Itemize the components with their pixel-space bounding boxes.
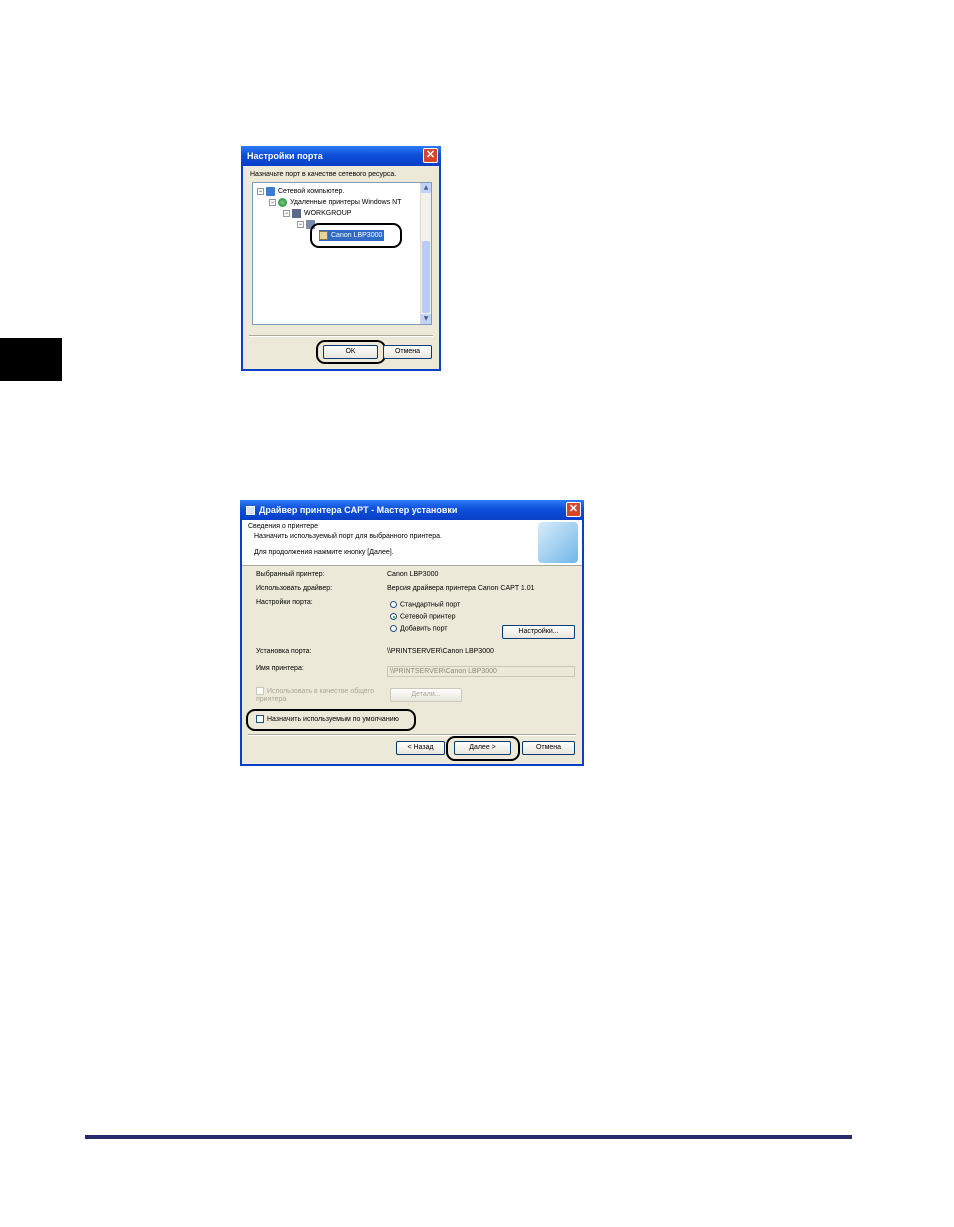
printer-name-field[interactable]: \\PRINTSERVER\Canon LBP3000 [387,666,575,677]
highlight-ring-printer [310,223,402,248]
footer-rule [85,1135,852,1139]
wizard-header: Сведения о принтере Назначить используем… [242,520,582,566]
checkbox-icon[interactable] [256,687,264,695]
header-hint: Для продолжения нажмите кнопку [Далее]. [254,549,394,556]
port-settings-instruction: Назначьте порт в качестве сетевого ресур… [250,171,397,178]
share-checkbox[interactable]: Использовать в качестве общего принтера [256,687,376,704]
workgroup-icon [292,208,301,218]
collapse-icon[interactable]: − [257,187,264,195]
driver-label: Использовать драйвер: [256,585,333,592]
port-settings-label: Настройки порта: [256,599,313,606]
back-button[interactable]: < Назад [396,741,445,755]
selected-printer-value: Canon LBP3000 [387,571,439,578]
install-wizard-dialog: Драйвер принтера CAPT - Мастер установки… [240,500,584,766]
port-settings-dialog: Настройки порта ✕ Назначьте порт в качес… [241,146,441,371]
radio-network-printer[interactable]: Сетевой принтер [390,613,456,620]
details-button[interactable]: Детали... [390,688,462,702]
port-setup-label: Установка порта: [256,648,312,655]
tree-item-remote-printers[interactable]: − Удаленные принтеры Windows NT [269,197,401,208]
divider [249,335,433,337]
close-icon[interactable]: ✕ [423,148,438,163]
printer-wizard-icon [538,522,578,563]
app-icon [246,506,255,516]
driver-value: Версия драйвера принтера Canon CAPT 1.01 [387,585,535,592]
port-settings-titlebar: Настройки порта ✕ [241,146,441,166]
globe-icon [278,197,287,207]
collapse-icon[interactable]: − [269,198,276,206]
header-title: Сведения о принтере [248,523,319,530]
wizard-title: Драйвер принтера CAPT - Мастер установки [259,505,458,515]
settings-button[interactable]: Настройки... [502,625,575,639]
highlight-ring-next [446,736,520,761]
radio-selected-icon[interactable] [390,613,397,620]
scroll-thumb[interactable] [422,241,430,313]
tree-scrollbar[interactable]: ▲ ▼ [420,183,431,324]
radio-standard-port[interactable]: Стандартный порт [390,601,460,608]
header-description: Назначить используемый порт для выбранно… [254,533,442,540]
highlight-ring-default [246,709,416,731]
scroll-up-icon[interactable]: ▲ [421,183,431,193]
radio-add-port[interactable]: Добавить порт [390,625,448,632]
port-setup-value: \\PRINTSERVER\Canon LBP3000 [387,648,494,655]
highlight-ring-ok [316,340,386,364]
tree-item-workgroup[interactable]: − WORKGROUP [283,208,351,219]
port-settings-title: Настройки порта [247,151,323,161]
radio-icon[interactable] [390,601,397,608]
tree-item-network[interactable]: − Сетевой компьютер. [257,186,344,197]
collapse-icon[interactable]: − [297,220,304,228]
selected-printer-label: Выбранный принтер: [256,571,325,578]
close-icon[interactable]: ✕ [566,502,581,517]
radio-icon[interactable] [390,625,397,632]
chapter-tab [0,338,62,381]
network-icon [266,186,275,196]
scroll-down-icon[interactable]: ▼ [421,314,431,324]
printer-name-label: Имя принтера: [256,665,304,672]
cancel-button[interactable]: Отмена [383,345,432,359]
collapse-icon[interactable]: − [283,209,290,217]
network-tree[interactable]: − Сетевой компьютер. − Удаленные принтеры … [252,182,432,325]
cancel-button[interactable]: Отмена [522,741,575,755]
divider [248,734,576,736]
wizard-titlebar: Драйвер принтера CAPT - Мастер установки… [240,500,584,520]
